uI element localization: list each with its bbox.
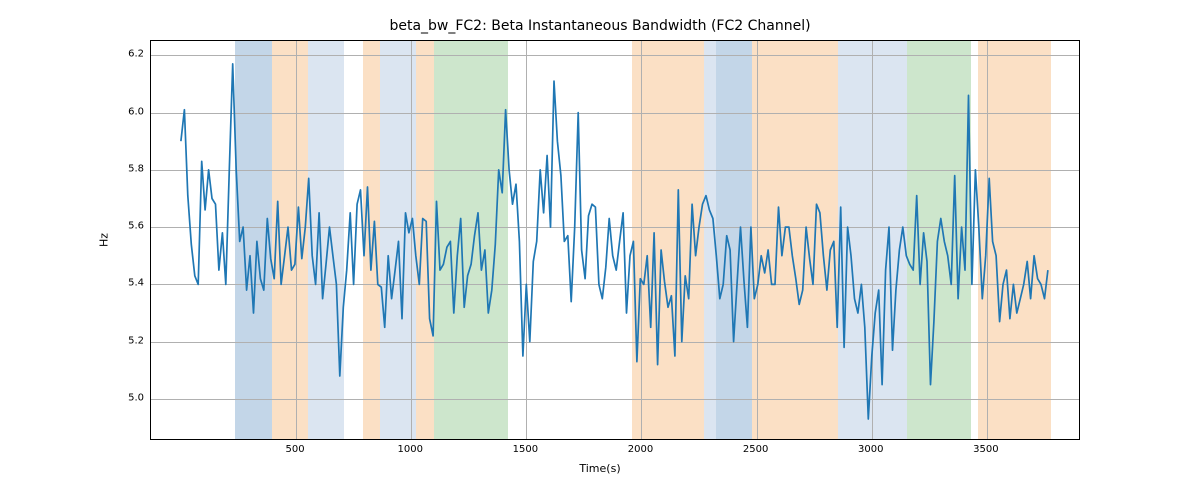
- y-tick-label: 5.6: [128, 221, 144, 232]
- plot-axes: [150, 40, 1080, 440]
- figure: beta_bw_FC2: Beta Instantaneous Bandwidt…: [0, 0, 1200, 500]
- x-tick-label: 1500: [513, 444, 538, 455]
- x-axis-label: Time(s): [0, 462, 1200, 475]
- y-tick-label: 5.4: [128, 278, 144, 289]
- x-tick-label: 1000: [397, 444, 422, 455]
- y-tick-label: 5.2: [128, 335, 144, 346]
- x-tick-label: 500: [286, 444, 305, 455]
- x-tick-label: 3000: [858, 444, 883, 455]
- data-line-svg: [151, 41, 1079, 439]
- data-line: [181, 64, 1048, 419]
- x-tick-label: 3500: [973, 444, 998, 455]
- y-tick-label: 6.2: [128, 49, 144, 60]
- chart-title: beta_bw_FC2: Beta Instantaneous Bandwidt…: [0, 18, 1200, 34]
- y-tick-label: 5.8: [128, 163, 144, 174]
- y-axis-label: Hz: [98, 233, 111, 247]
- x-tick-label: 2000: [628, 444, 653, 455]
- y-tick-label: 5.0: [128, 392, 144, 403]
- x-tick-label: 2500: [743, 444, 768, 455]
- y-tick-label: 6.0: [128, 106, 144, 117]
